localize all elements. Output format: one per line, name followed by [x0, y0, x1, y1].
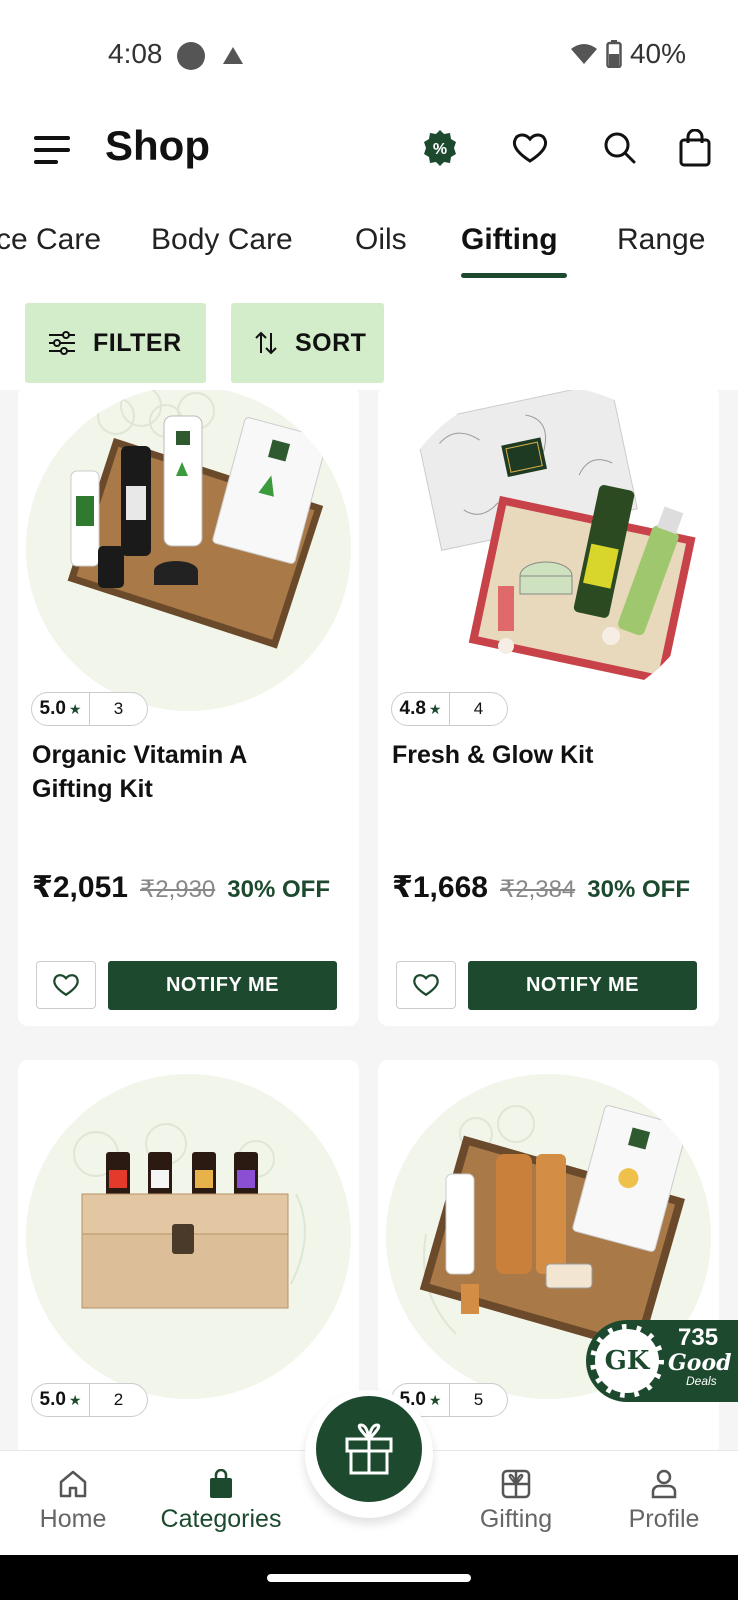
page-title: Shop [105, 122, 210, 169]
review-count: 5 [473, 1390, 484, 1409]
product-card[interactable]: 5.0 ★ 3 Organic Vitamin A Gifting Kit ₹2,… [18, 390, 359, 1026]
app-header: Shop % [0, 110, 738, 215]
rating-badge: 5.0 ★ 2 [31, 1383, 148, 1417]
notification-dot-icon [177, 42, 205, 70]
rating-badge: 5.0 ★ 3 [31, 692, 148, 726]
home-icon [59, 1470, 87, 1498]
deals-count: 735 [678, 1324, 719, 1351]
product-card[interactable]: 5.0 ★ 2 [18, 1060, 359, 1450]
notification-triangle-icon [223, 47, 243, 64]
product-grid: 5.0 ★ 3 Organic Vitamin A Gifting Kit ₹2,… [0, 390, 738, 1450]
wifi-icon [570, 44, 597, 64]
discount-label: 30% OFF [227, 876, 330, 903]
menu-icon[interactable] [34, 130, 74, 170]
rating-value: 4.8 [399, 698, 426, 719]
product-image [26, 390, 351, 711]
star-icon: ★ [68, 700, 82, 717]
star-icon: ★ [68, 1391, 82, 1408]
deals-sub: Deals [686, 1374, 717, 1388]
gift-box-icon [501, 1469, 531, 1499]
sort-label: SORT [295, 328, 367, 357]
rating-value: 5.0 [39, 1389, 66, 1410]
price-row: ₹2,051 ₹2,930 30% OFF [32, 870, 330, 905]
nav-profile-label: Profile [628, 1505, 700, 1533]
review-count: 4 [473, 699, 484, 718]
product-name[interactable]: Fresh & Glow Kit [392, 738, 692, 772]
tab-gifting[interactable]: Gifting [461, 223, 558, 257]
tab-body-care[interactable]: Body Care [151, 223, 293, 257]
product-image [26, 1074, 351, 1399]
heart-icon[interactable] [508, 126, 552, 170]
battery-icon [606, 40, 622, 68]
nav-gifting-label: Gifting [479, 1505, 553, 1533]
nav-home[interactable]: Home [0, 1469, 148, 1534]
original-price: ₹2,930 [139, 876, 216, 903]
review-count: 3 [113, 699, 124, 718]
gift-fab-button[interactable] [316, 1396, 422, 1502]
rating-value: 5.0 [39, 698, 66, 719]
product-image [386, 390, 711, 711]
tab-face-care[interactable]: ce Care [0, 223, 101, 257]
deals-label: Good [668, 1350, 732, 1376]
wishlist-button[interactable] [36, 961, 96, 1009]
rating-badge: 4.8 ★ 4 [391, 692, 508, 726]
nav-categories[interactable]: Categories [146, 1469, 296, 1534]
status-right: 40% [570, 38, 686, 70]
discount-label: 30% OFF [587, 876, 690, 903]
filter-label: FILTER [93, 328, 182, 357]
original-price: ₹2,384 [499, 876, 576, 903]
bag-icon[interactable] [673, 126, 717, 170]
search-icon[interactable] [598, 126, 642, 170]
sale-price: ₹1,668 [392, 871, 488, 904]
profile-icon [651, 1469, 677, 1499]
system-nav-bar [0, 1555, 738, 1600]
good-deals-logo: GK [590, 1324, 664, 1398]
nav-home-label: Home [39, 1505, 107, 1533]
filter-button[interactable]: FILTER [25, 303, 206, 383]
tab-oils[interactable]: Oils [355, 223, 407, 257]
star-icon: ★ [428, 1391, 442, 1408]
price-row: ₹1,668 ₹2,384 30% OFF [392, 870, 690, 905]
svg-text:%: % [433, 141, 447, 158]
nav-profile[interactable]: Profile [589, 1469, 738, 1534]
filter-row: FILTER SORT [0, 285, 738, 390]
heart-icon [53, 974, 79, 997]
battery-percent: 40% [629, 38, 686, 69]
gift-icon [345, 1423, 393, 1475]
review-count: 2 [113, 1390, 124, 1409]
sale-price: ₹2,051 [32, 871, 128, 904]
status-time: 4:08 [108, 38, 163, 69]
sort-button[interactable]: SORT [231, 303, 384, 383]
home-gesture-pill[interactable] [267, 1574, 471, 1582]
wishlist-button[interactable] [396, 961, 456, 1009]
status-bar: 4:08 40% [0, 0, 738, 110]
offer-percent-icon[interactable]: % [418, 126, 462, 170]
filter-icon [49, 331, 75, 355]
product-name[interactable]: Organic Vitamin A Gifting Kit [32, 738, 332, 806]
star-icon: ★ [428, 700, 442, 717]
nav-categories-label: Categories [160, 1505, 282, 1533]
good-deals-badge[interactable]: GK 735 Good Deals [586, 1320, 738, 1402]
nav-gifting[interactable]: Gifting [441, 1469, 591, 1534]
active-tab-indicator [461, 273, 567, 278]
product-card[interactable]: 4.8 ★ 4 Fresh & Glow Kit ₹1,668 ₹2,384 30… [378, 390, 719, 1026]
tab-range[interactable]: Range [617, 223, 705, 257]
notify-me-button[interactable]: NOTIFY ME [108, 961, 337, 1010]
heart-icon [413, 974, 439, 997]
notify-me-button[interactable]: NOTIFY ME [468, 961, 697, 1010]
sort-icon [255, 331, 277, 355]
category-tabs: ce Care Body Care Oils Gifting Range [0, 215, 738, 285]
categories-bag-icon [210, 1469, 232, 1498]
